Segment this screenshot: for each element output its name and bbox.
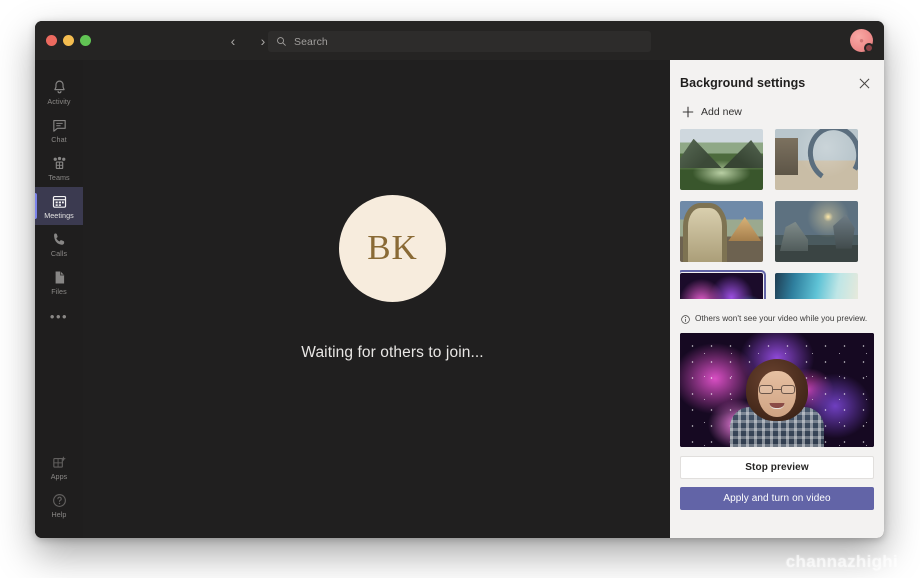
help-icon: [51, 492, 68, 509]
background-thumbnail-valley-landscape[interactable]: [680, 129, 763, 190]
info-icon: [681, 315, 690, 324]
add-new-background-button[interactable]: Add new: [682, 106, 874, 118]
meeting-participant-avatar: BK: [339, 195, 446, 302]
sidebar-label-files: Files: [51, 288, 66, 295]
preview-notice: Others won't see your video while you pr…: [681, 314, 874, 324]
meeting-stage: BK Waiting for others to join...: [83, 60, 702, 538]
teams-icon: [51, 155, 68, 172]
sidebar-item-meetings[interactable]: Meetings: [35, 187, 83, 225]
sidebar-bottom-items: Apps Help: [35, 448, 83, 524]
plus-icon: [682, 106, 694, 118]
background-thumbnail-halo-ring-structure[interactable]: [775, 129, 858, 190]
background-thumbnail-stone-archway-village[interactable]: [680, 201, 763, 262]
preview-person: [729, 355, 825, 447]
close-window-button[interactable]: [46, 35, 57, 46]
traffic-light-buttons: [46, 35, 91, 46]
sidebar-item-calls[interactable]: Calls: [35, 225, 83, 263]
avatar-glyph: ●: [859, 36, 864, 45]
apply-and-turn-on-video-button[interactable]: Apply and turn on video: [680, 487, 874, 510]
sidebar-label-activity: Activity: [47, 98, 70, 105]
close-panel-button[interactable]: [854, 73, 874, 93]
watermark: channazhighi: [786, 552, 898, 572]
background-thumbnail-aqua-gradient[interactable]: [775, 273, 858, 299]
zoom-window-button[interactable]: [80, 35, 91, 46]
waiting-status-text: Waiting for others to join...: [301, 344, 483, 362]
app-sidebar: Activity Chat: [35, 60, 83, 538]
background-thumbnail-grid: [680, 129, 874, 299]
background-thumbnail-night-ruins-moon[interactable]: [775, 201, 858, 262]
sidebar-more-label: •••: [50, 310, 68, 323]
sidebar-label-apps: Apps: [51, 473, 68, 480]
phone-icon: [51, 231, 68, 248]
sidebar-more-apps-button[interactable]: •••: [35, 301, 83, 331]
chat-icon: [51, 117, 68, 134]
add-new-label: Add new: [701, 106, 742, 118]
minimize-window-button[interactable]: [63, 35, 74, 46]
sidebar-primary-items: Activity Chat: [35, 60, 83, 331]
panel-header: Background settings: [680, 60, 874, 93]
bell-icon: [51, 79, 68, 96]
sidebar-item-files[interactable]: Files: [35, 263, 83, 301]
search-icon: [276, 36, 287, 47]
sidebar-label-meetings: Meetings: [44, 212, 74, 219]
close-icon: [859, 78, 870, 89]
stop-preview-button[interactable]: Stop preview: [680, 456, 874, 479]
avatar-initials: BK: [367, 228, 418, 268]
back-arrow-icon[interactable]: ‹: [223, 31, 243, 51]
sidebar-label-help: Help: [52, 511, 67, 518]
apps-icon: [51, 454, 68, 471]
sidebar-label-calls: Calls: [51, 250, 67, 257]
sidebar-item-apps[interactable]: Apps: [35, 448, 83, 486]
background-thumbnail-purple-galaxy-nebula[interactable]: [680, 273, 763, 299]
teams-window: ‹ › Search ●: [35, 21, 884, 538]
sidebar-item-chat[interactable]: Chat: [35, 111, 83, 149]
calendar-icon: [51, 193, 68, 210]
preview-notice-text: Others won't see your video while you pr…: [695, 314, 867, 324]
user-avatar[interactable]: ●: [850, 29, 873, 52]
panel-title: Background settings: [680, 76, 805, 90]
sidebar-item-help[interactable]: Help: [35, 486, 83, 524]
search-placeholder: Search: [294, 36, 328, 48]
file-icon: [51, 269, 68, 286]
navigation-arrows: ‹ ›: [223, 21, 273, 60]
sidebar-label-chat: Chat: [51, 136, 66, 143]
title-bar: ‹ › Search ●: [35, 21, 884, 60]
screenshot-root: ‹ › Search ●: [0, 0, 920, 578]
glasses-icon: [759, 385, 795, 395]
presence-status-badge: [864, 43, 874, 53]
sidebar-item-teams[interactable]: Teams: [35, 149, 83, 187]
sidebar-item-activity[interactable]: Activity: [35, 73, 83, 111]
sidebar-label-teams: Teams: [48, 174, 69, 181]
search-bar[interactable]: Search: [268, 31, 651, 52]
video-preview: [680, 333, 874, 447]
background-settings-panel: Background settings Add new: [670, 60, 884, 538]
